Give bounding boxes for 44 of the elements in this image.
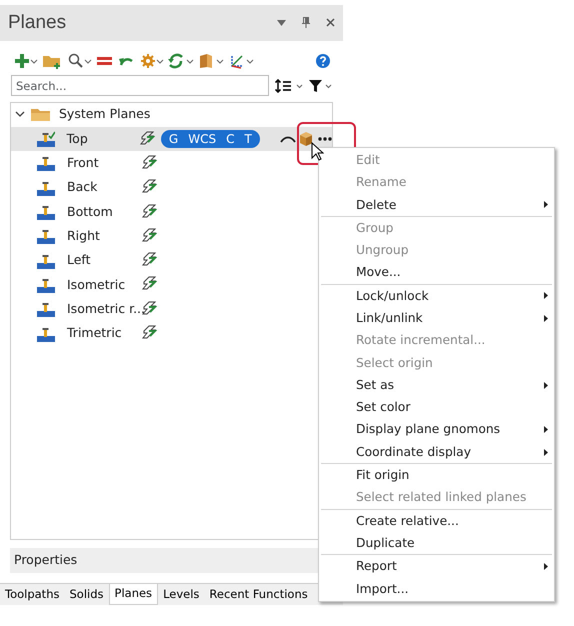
refresh-icon[interactable] <box>168 52 194 69</box>
filter-icon[interactable] <box>309 78 333 93</box>
panel-tab[interactable]: Levels <box>158 584 204 605</box>
plane-icon <box>37 228 55 244</box>
expand-icon[interactable] <box>15 110 25 119</box>
tree-group-label[interactable]: System Planes <box>59 105 150 124</box>
tree-item[interactable]: Top G WCS C T <box>11 127 332 152</box>
pin-icon[interactable] <box>302 17 310 28</box>
panel-tab[interactable]: Recent Functions <box>204 584 313 605</box>
menu-item[interactable]: Display plane gnomons <box>319 418 554 441</box>
plane-icon <box>37 276 55 293</box>
folder-icon <box>31 107 51 122</box>
menu-item[interactable]: Fit origin <box>319 464 554 486</box>
panel-tab[interactable]: Planes <box>108 584 158 605</box>
menu-item[interactable]: Coordinate display <box>319 440 554 464</box>
dropdown-icon[interactable] <box>277 20 286 26</box>
panel-tab[interactable]: Solids <box>64 584 109 605</box>
plane-tags: G WCS C T <box>160 130 260 148</box>
close-icon[interactable] <box>326 18 335 28</box>
panel-title: Planes <box>8 10 66 35</box>
properties-header: Properties <box>14 551 78 570</box>
menu-item[interactable]: Create relative... <box>319 510 554 532</box>
menu-item[interactable]: Duplicate <box>319 532 554 554</box>
plane-icon <box>37 326 55 342</box>
plane-icon <box>37 131 55 148</box>
plane-icon <box>37 155 55 172</box>
panel-tab[interactable]: Toolpaths <box>0 584 64 605</box>
menu-item[interactable]: Report <box>319 555 554 578</box>
plane-icon <box>37 252 55 269</box>
search-icon[interactable] <box>68 52 92 69</box>
plane-icon <box>37 204 55 220</box>
gear-icon[interactable] <box>140 52 164 69</box>
help-icon[interactable] <box>315 52 331 69</box>
menu-item[interactable]: Set color <box>319 396 554 419</box>
add-icon[interactable] <box>14 52 38 69</box>
sort-icon[interactable] <box>275 78 303 93</box>
more-icon[interactable] <box>318 137 332 142</box>
plane-icon <box>37 180 55 196</box>
menu-item[interactable]: Import... <box>319 578 554 600</box>
plane-icon <box>37 301 55 318</box>
menu-item[interactable]: Set as <box>319 374 554 396</box>
box-icon[interactable] <box>198 52 224 69</box>
search-field[interactable]: Search... <box>11 75 269 96</box>
cube-icon[interactable] <box>300 132 312 146</box>
